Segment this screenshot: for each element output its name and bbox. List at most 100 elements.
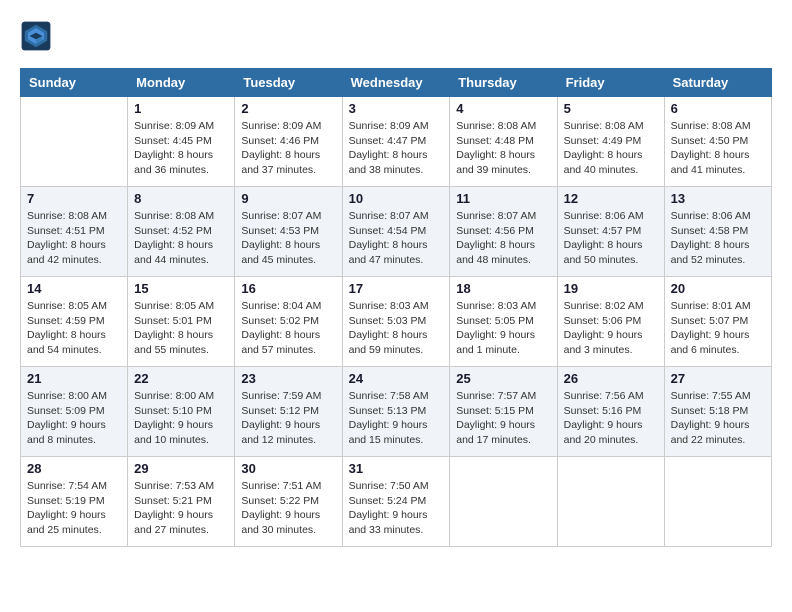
day-info: Sunrise: 8:07 AMSunset: 4:54 PMDaylight:…	[349, 209, 444, 268]
day-cell: 15 Sunrise: 8:05 AMSunset: 5:01 PMDaylig…	[128, 277, 235, 367]
week-row-2: 7 Sunrise: 8:08 AMSunset: 4:51 PMDayligh…	[21, 187, 772, 277]
day-number: 18	[456, 281, 550, 296]
day-cell: 6 Sunrise: 8:08 AMSunset: 4:50 PMDayligh…	[664, 97, 771, 187]
day-number: 5	[564, 101, 658, 116]
day-cell: 20 Sunrise: 8:01 AMSunset: 5:07 PMDaylig…	[664, 277, 771, 367]
calendar: SundayMondayTuesdayWednesdayThursdayFrid…	[20, 68, 772, 547]
day-info: Sunrise: 8:01 AMSunset: 5:07 PMDaylight:…	[671, 299, 765, 358]
day-number: 29	[134, 461, 228, 476]
day-cell: 29 Sunrise: 7:53 AMSunset: 5:21 PMDaylig…	[128, 457, 235, 547]
day-info: Sunrise: 8:03 AMSunset: 5:03 PMDaylight:…	[349, 299, 444, 358]
logo	[20, 20, 56, 52]
day-cell: 31 Sunrise: 7:50 AMSunset: 5:24 PMDaylig…	[342, 457, 450, 547]
week-row-5: 28 Sunrise: 7:54 AMSunset: 5:19 PMDaylig…	[21, 457, 772, 547]
day-cell: 27 Sunrise: 7:55 AMSunset: 5:18 PMDaylig…	[664, 367, 771, 457]
week-row-1: 1 Sunrise: 8:09 AMSunset: 4:45 PMDayligh…	[21, 97, 772, 187]
weekday-header-wednesday: Wednesday	[342, 69, 450, 97]
day-cell: 19 Sunrise: 8:02 AMSunset: 5:06 PMDaylig…	[557, 277, 664, 367]
day-cell: 3 Sunrise: 8:09 AMSunset: 4:47 PMDayligh…	[342, 97, 450, 187]
day-info: Sunrise: 7:58 AMSunset: 5:13 PMDaylight:…	[349, 389, 444, 448]
day-number: 15	[134, 281, 228, 296]
day-cell	[450, 457, 557, 547]
day-info: Sunrise: 8:08 AMSunset: 4:51 PMDaylight:…	[27, 209, 121, 268]
day-number: 7	[27, 191, 121, 206]
day-info: Sunrise: 7:54 AMSunset: 5:19 PMDaylight:…	[27, 479, 121, 538]
day-cell: 10 Sunrise: 8:07 AMSunset: 4:54 PMDaylig…	[342, 187, 450, 277]
day-number: 10	[349, 191, 444, 206]
day-cell: 13 Sunrise: 8:06 AMSunset: 4:58 PMDaylig…	[664, 187, 771, 277]
day-number: 11	[456, 191, 550, 206]
header	[20, 20, 772, 52]
day-info: Sunrise: 8:09 AMSunset: 4:45 PMDaylight:…	[134, 119, 228, 178]
day-cell	[664, 457, 771, 547]
day-info: Sunrise: 8:09 AMSunset: 4:47 PMDaylight:…	[349, 119, 444, 178]
day-cell: 8 Sunrise: 8:08 AMSunset: 4:52 PMDayligh…	[128, 187, 235, 277]
day-number: 2	[241, 101, 335, 116]
weekday-header-thursday: Thursday	[450, 69, 557, 97]
day-number: 16	[241, 281, 335, 296]
day-info: Sunrise: 7:51 AMSunset: 5:22 PMDaylight:…	[241, 479, 335, 538]
day-cell: 12 Sunrise: 8:06 AMSunset: 4:57 PMDaylig…	[557, 187, 664, 277]
day-number: 28	[27, 461, 121, 476]
day-cell: 7 Sunrise: 8:08 AMSunset: 4:51 PMDayligh…	[21, 187, 128, 277]
day-info: Sunrise: 8:00 AMSunset: 5:10 PMDaylight:…	[134, 389, 228, 448]
day-number: 21	[27, 371, 121, 386]
day-info: Sunrise: 7:53 AMSunset: 5:21 PMDaylight:…	[134, 479, 228, 538]
day-number: 6	[671, 101, 765, 116]
day-info: Sunrise: 7:55 AMSunset: 5:18 PMDaylight:…	[671, 389, 765, 448]
day-info: Sunrise: 8:08 AMSunset: 4:48 PMDaylight:…	[456, 119, 550, 178]
day-info: Sunrise: 8:04 AMSunset: 5:02 PMDaylight:…	[241, 299, 335, 358]
day-info: Sunrise: 7:59 AMSunset: 5:12 PMDaylight:…	[241, 389, 335, 448]
day-info: Sunrise: 8:07 AMSunset: 4:53 PMDaylight:…	[241, 209, 335, 268]
day-info: Sunrise: 8:09 AMSunset: 4:46 PMDaylight:…	[241, 119, 335, 178]
day-number: 25	[456, 371, 550, 386]
day-info: Sunrise: 8:03 AMSunset: 5:05 PMDaylight:…	[456, 299, 550, 358]
day-number: 4	[456, 101, 550, 116]
weekday-header-saturday: Saturday	[664, 69, 771, 97]
day-info: Sunrise: 7:57 AMSunset: 5:15 PMDaylight:…	[456, 389, 550, 448]
day-info: Sunrise: 8:08 AMSunset: 4:52 PMDaylight:…	[134, 209, 228, 268]
day-cell: 11 Sunrise: 8:07 AMSunset: 4:56 PMDaylig…	[450, 187, 557, 277]
day-cell	[21, 97, 128, 187]
day-cell: 9 Sunrise: 8:07 AMSunset: 4:53 PMDayligh…	[235, 187, 342, 277]
day-cell: 21 Sunrise: 8:00 AMSunset: 5:09 PMDaylig…	[21, 367, 128, 457]
day-number: 9	[241, 191, 335, 206]
day-cell: 4 Sunrise: 8:08 AMSunset: 4:48 PMDayligh…	[450, 97, 557, 187]
day-cell: 25 Sunrise: 7:57 AMSunset: 5:15 PMDaylig…	[450, 367, 557, 457]
day-info: Sunrise: 8:06 AMSunset: 4:57 PMDaylight:…	[564, 209, 658, 268]
day-cell: 22 Sunrise: 8:00 AMSunset: 5:10 PMDaylig…	[128, 367, 235, 457]
day-number: 20	[671, 281, 765, 296]
day-number: 12	[564, 191, 658, 206]
logo-icon	[20, 20, 52, 52]
day-number: 30	[241, 461, 335, 476]
day-cell: 14 Sunrise: 8:05 AMSunset: 4:59 PMDaylig…	[21, 277, 128, 367]
day-info: Sunrise: 8:08 AMSunset: 4:49 PMDaylight:…	[564, 119, 658, 178]
day-info: Sunrise: 7:50 AMSunset: 5:24 PMDaylight:…	[349, 479, 444, 538]
day-info: Sunrise: 7:56 AMSunset: 5:16 PMDaylight:…	[564, 389, 658, 448]
week-row-4: 21 Sunrise: 8:00 AMSunset: 5:09 PMDaylig…	[21, 367, 772, 457]
weekday-header-friday: Friday	[557, 69, 664, 97]
day-number: 23	[241, 371, 335, 386]
day-info: Sunrise: 8:05 AMSunset: 4:59 PMDaylight:…	[27, 299, 121, 358]
weekday-header-tuesday: Tuesday	[235, 69, 342, 97]
day-number: 31	[349, 461, 444, 476]
day-number: 1	[134, 101, 228, 116]
day-info: Sunrise: 8:06 AMSunset: 4:58 PMDaylight:…	[671, 209, 765, 268]
day-cell: 1 Sunrise: 8:09 AMSunset: 4:45 PMDayligh…	[128, 97, 235, 187]
day-info: Sunrise: 8:08 AMSunset: 4:50 PMDaylight:…	[671, 119, 765, 178]
day-cell: 16 Sunrise: 8:04 AMSunset: 5:02 PMDaylig…	[235, 277, 342, 367]
day-cell: 17 Sunrise: 8:03 AMSunset: 5:03 PMDaylig…	[342, 277, 450, 367]
day-info: Sunrise: 8:02 AMSunset: 5:06 PMDaylight:…	[564, 299, 658, 358]
day-number: 22	[134, 371, 228, 386]
weekday-header-row: SundayMondayTuesdayWednesdayThursdayFrid…	[21, 69, 772, 97]
day-number: 8	[134, 191, 228, 206]
day-info: Sunrise: 8:00 AMSunset: 5:09 PMDaylight:…	[27, 389, 121, 448]
day-cell	[557, 457, 664, 547]
day-number: 24	[349, 371, 444, 386]
day-number: 27	[671, 371, 765, 386]
day-cell: 26 Sunrise: 7:56 AMSunset: 5:16 PMDaylig…	[557, 367, 664, 457]
day-number: 14	[27, 281, 121, 296]
weekday-header-monday: Monday	[128, 69, 235, 97]
day-cell: 24 Sunrise: 7:58 AMSunset: 5:13 PMDaylig…	[342, 367, 450, 457]
day-number: 17	[349, 281, 444, 296]
